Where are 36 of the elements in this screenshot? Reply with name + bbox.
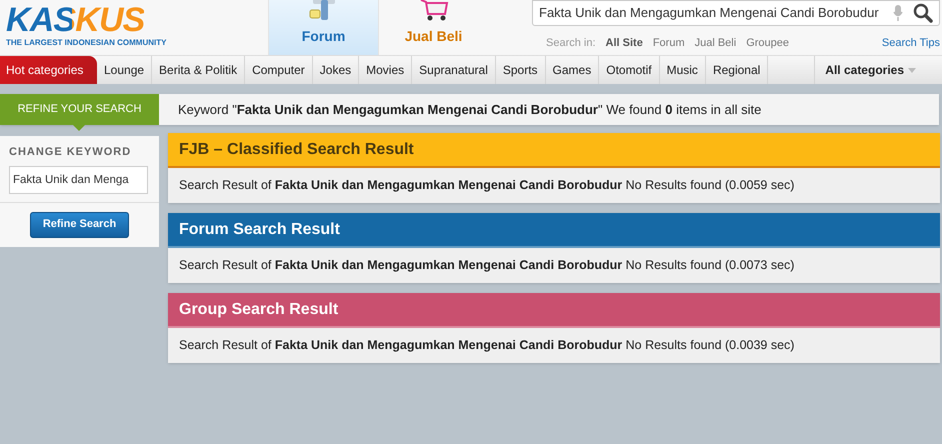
category-tab[interactable]: Regional [706,56,768,84]
search-scope-link[interactable]: All Site [606,35,643,52]
search-scope-link[interactable]: Groupee [746,35,789,52]
result-header: Group Search Result [168,293,940,328]
cart-icon [418,0,448,22]
keyword-field[interactable]: Fakta Unik dan Menga [9,166,148,194]
category-tab[interactable]: Music [660,56,706,84]
search-scope-label: Search in: [546,36,596,51]
category-tab[interactable]: Supranatural [412,56,496,84]
refine-title: REFINE YOUR SEARCH [0,94,159,125]
refine-search-button[interactable]: Refine Search [30,212,129,238]
category-tab[interactable]: Sports [496,56,546,84]
category-tab[interactable]: Otomotif [599,56,660,84]
result-text: Search Result of Fakta Unik dan Mengagumkan Mengenai Candi Borobudur No Results found (0.0059 sec) [179,177,796,194]
search-summary: Keyword "Fakta Unik dan Mengagumkan Mengenai Candi Borobudur" We found 0 items in all site [177,100,762,119]
search-tips-link[interactable]: Search Tips [882,35,940,52]
result-text: Search Result of Fakta Unik dan Mengagumkan Mengenai Candi Borobudur No Results found (0.0073 sec) [179,257,796,274]
result-header: Forum Search Result [168,213,940,248]
category-tab[interactable]: Hot categories [0,56,97,84]
result-text: Search Result of Fakta Unik dan Mengagumkan Mengenai Candi Borobudur No Results found (0.0039 sec) [179,337,796,354]
category-tab[interactable]: Movies [359,56,412,84]
search-scope-link[interactable]: Jual Beli [694,35,736,52]
header-tab[interactable]: Forum [268,0,378,55]
search-icon[interactable] [913,3,933,23]
logo-tagline: THE LARGEST INDONESIAN COMMUNITY [6,38,168,48]
search-field[interactable]: Fakta Unik dan Mengagumkan Mengenai Candi Borobudur [532,0,940,26]
category-tab[interactable]: Computer [245,56,313,84]
result-header: FJB – Classified Search Result [168,133,940,168]
category-tab[interactable]: Lounge [97,56,152,84]
category-tab[interactable]: Berita & Politik [152,56,246,84]
category-tab[interactable]: Jokes [312,56,360,84]
category-tab[interactable]: Games [546,56,600,84]
search-scope-link[interactable]: Forum [652,35,685,52]
sidebar-heading: CHANGE KEYWORD [8,145,132,160]
caret-icon [908,68,916,72]
all-categories-menu[interactable]: All categories [814,56,926,84]
